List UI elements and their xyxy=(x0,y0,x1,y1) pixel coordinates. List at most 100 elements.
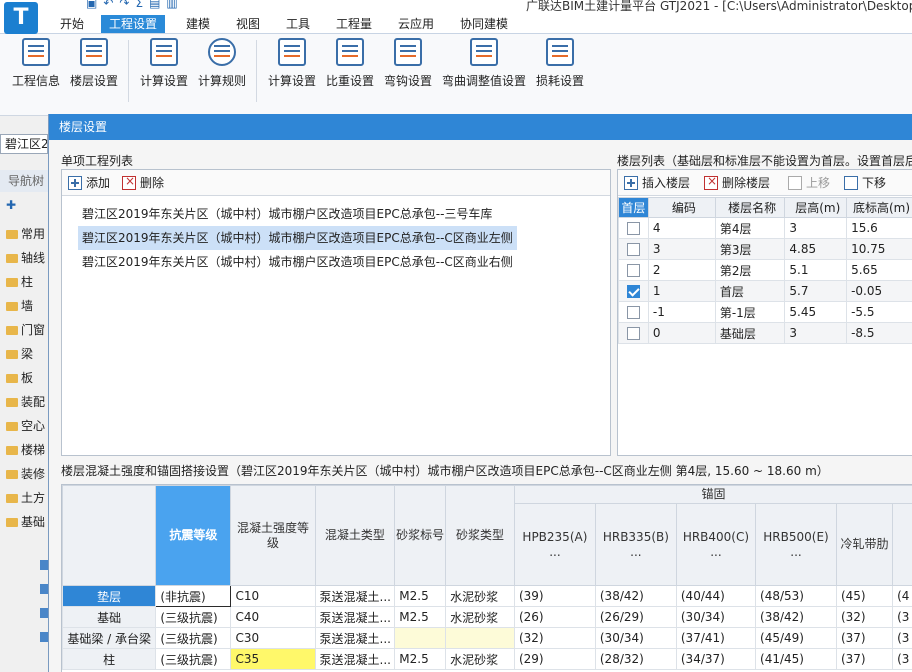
calc-rules-button[interactable]: 计算规则 xyxy=(196,38,248,89)
extra-cell[interactable]: (4 xyxy=(892,585,912,607)
mortar-type-cell[interactable]: 水泥砂浆 xyxy=(445,585,515,607)
grade-cell[interactable]: C30 xyxy=(230,627,316,649)
seismic-cell[interactable]: (三级抗震) xyxy=(155,648,232,670)
floor-bottom[interactable]: 5.65 xyxy=(846,259,912,281)
table-row[interactable]: 基础 (三级抗震) C40 泵送混凝土... M2.5 水泥砂浆 (26) (26/29) (3… xyxy=(62,606,912,628)
checkbox[interactable] xyxy=(626,306,640,319)
grade-cell[interactable]: C35 xyxy=(230,648,316,670)
row-header[interactable]: 基础梁 / 承台梁 xyxy=(62,627,157,649)
seismic-cell[interactable]: (非抗震) xyxy=(155,585,232,607)
floor-height[interactable]: 3 xyxy=(784,322,848,344)
header-cold-rolled[interactable]: 冷轧带肋 xyxy=(835,503,894,586)
table-row[interactable]: 3 第3层 4.85 10.75 xyxy=(618,238,912,260)
table-row[interactable]: -1 第-1层 5.45 -5.5 xyxy=(618,301,912,323)
hrb335-cell[interactable]: (38/42) xyxy=(594,585,677,607)
seismic-cell[interactable]: (三级抗震) xyxy=(155,627,232,649)
checkbox[interactable] xyxy=(626,285,640,298)
tab-collab[interactable]: 协同建模 xyxy=(452,15,516,33)
tab-quantities[interactable]: 工程量 xyxy=(328,15,380,33)
insert-floor-button[interactable]: 插入楼层 xyxy=(624,174,690,191)
nav-item[interactable]: 土方 xyxy=(0,486,48,510)
floor-code[interactable]: 3 xyxy=(647,238,716,260)
rebar-calc-settings-button[interactable]: 计算设置 xyxy=(266,38,318,89)
first-floor-checkbox-cell[interactable] xyxy=(618,322,649,344)
list-item-selected[interactable]: 碧江区2019年东关片区（城中村）城市棚户区改造项目EPC总承包--C区商业左侧 xyxy=(78,226,517,250)
hrb500-cell[interactable]: (45/49) xyxy=(755,627,837,649)
floor-bottom[interactable]: 15.6 xyxy=(846,217,912,239)
cold-rolled-cell[interactable]: (37) xyxy=(835,648,894,670)
hrb335-cell[interactable]: (28/32) xyxy=(594,648,677,670)
tab-view[interactable]: 视图 xyxy=(228,15,268,33)
first-floor-checkbox-cell[interactable] xyxy=(618,217,649,239)
redo-icon[interactable]: ↷ xyxy=(119,0,129,10)
table-row[interactable]: 0 基础层 3 -8.5 xyxy=(618,322,912,344)
checkbox[interactable] xyxy=(626,327,640,340)
save-icon[interactable]: ▣ xyxy=(86,0,97,10)
app-logo[interactable]: T xyxy=(4,2,38,34)
nav-item[interactable]: 轴线 xyxy=(0,246,48,270)
weight-settings-button[interactable]: 比重设置 xyxy=(324,38,376,89)
floor-settings-button[interactable]: 楼层设置 xyxy=(68,38,120,89)
hrb335-cell[interactable]: (26/29) xyxy=(594,606,677,628)
floor-height[interactable]: 5.45 xyxy=(784,301,848,323)
hrb400-cell[interactable]: (40/44) xyxy=(675,585,757,607)
tab-start[interactable]: 开始 xyxy=(52,15,92,33)
floor-name[interactable]: 第2层 xyxy=(714,259,786,281)
extra-cell[interactable]: (3 xyxy=(892,606,912,628)
mortar-type-cell[interactable]: 水泥砂浆 xyxy=(445,648,515,670)
nav-item[interactable]: 装修 xyxy=(0,462,48,486)
mortar-cell[interactable]: M2.5 xyxy=(394,585,447,607)
nav-item[interactable]: 常用 xyxy=(0,222,48,246)
tab-cloud[interactable]: 云应用 xyxy=(390,15,442,33)
floor-code[interactable]: 0 xyxy=(647,322,716,344)
cold-rolled-cell[interactable]: (45) xyxy=(835,585,894,607)
nav-item[interactable]: 梁 xyxy=(0,342,48,366)
hpb235-cell[interactable]: (39) xyxy=(513,585,596,607)
nav-item[interactable]: 基础 xyxy=(0,510,48,534)
hpb235-cell[interactable]: (32) xyxy=(513,627,596,649)
loss-settings-button[interactable]: 损耗设置 xyxy=(534,38,586,89)
delete-project-button[interactable]: 删除 xyxy=(122,174,164,191)
header-concrete-type[interactable]: 混凝土类型 xyxy=(314,485,396,586)
row-header[interactable]: 柱 xyxy=(62,648,157,670)
extra-cell[interactable]: (3 xyxy=(892,627,912,649)
floor-bottom[interactable]: -5.5 xyxy=(846,301,912,323)
move-up-button[interactable]: 上移 xyxy=(788,174,830,191)
floor-name[interactable]: 第3层 xyxy=(714,238,786,260)
mortar-type-cell[interactable]: 水泥砂浆 xyxy=(445,606,515,628)
tool-icon-2[interactable]: ▥ xyxy=(166,0,177,10)
concrete-type-cell[interactable]: 泵送混凝土... xyxy=(314,585,396,607)
checkbox[interactable] xyxy=(626,264,640,277)
concrete-type-cell[interactable]: 泵送混凝土... xyxy=(314,627,396,649)
header-hrb400[interactable]: HRB400(C)... xyxy=(675,503,757,586)
add-project-button[interactable]: 添加 xyxy=(68,174,110,191)
hrb500-cell[interactable]: (41/45) xyxy=(755,648,837,670)
calc-settings-button[interactable]: 计算设置 xyxy=(138,38,190,89)
mortar-cell[interactable] xyxy=(394,627,447,649)
seismic-cell[interactable]: (三级抗震) xyxy=(155,606,232,628)
floor-bottom[interactable]: -0.05 xyxy=(846,280,912,302)
table-row[interactable]: 2 第2层 5.1 5.65 xyxy=(618,259,912,281)
first-floor-checkbox-cell[interactable] xyxy=(618,259,649,281)
floor-height[interactable]: 3 xyxy=(784,217,848,239)
list-item[interactable]: 碧江区2019年东关片区（城中村）城市棚户区改造项目EPC总承包--C区商业右侧 xyxy=(78,250,517,274)
floor-name[interactable]: 首层 xyxy=(714,280,786,302)
project-select[interactable]: 碧江区2 xyxy=(0,134,48,154)
floor-name[interactable]: 第-1层 xyxy=(714,301,786,323)
floor-name[interactable]: 第4层 xyxy=(714,217,786,239)
project-info-button[interactable]: 工程信息 xyxy=(10,38,62,89)
floor-height[interactable]: 5.7 xyxy=(784,280,848,302)
header-mortar-grade[interactable]: 砂浆标号 xyxy=(394,485,447,586)
move-down-button[interactable]: 下移 xyxy=(844,174,886,191)
grade-cell[interactable]: C40 xyxy=(230,606,316,628)
table-row[interactable]: 1 首层 5.7 -0.05 xyxy=(618,280,912,302)
first-floor-checkbox-cell[interactable] xyxy=(618,280,649,302)
header-concrete-grade[interactable]: 混凝土强度等级 xyxy=(230,485,316,586)
hrb500-cell[interactable]: (38/42) xyxy=(755,606,837,628)
nav-item[interactable]: 装配 xyxy=(0,390,48,414)
header-seismic[interactable]: 抗震等级 xyxy=(155,485,232,586)
nav-item[interactable]: 门窗 xyxy=(0,318,48,342)
floor-bottom[interactable]: -8.5 xyxy=(846,322,912,344)
hrb500-cell[interactable]: (48/53) xyxy=(755,585,837,607)
floor-bottom[interactable]: 10.75 xyxy=(846,238,912,260)
